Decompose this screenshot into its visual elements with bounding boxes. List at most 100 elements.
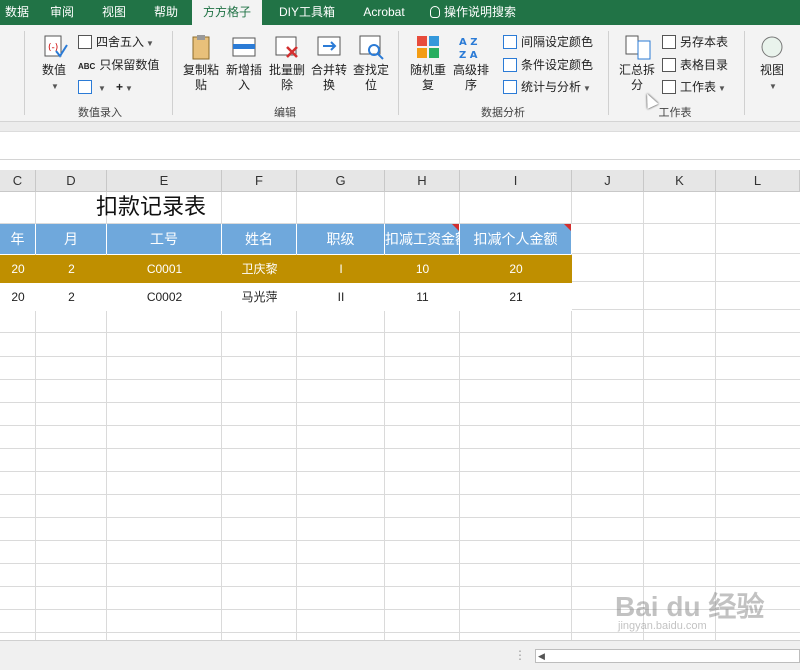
- view-icon: [758, 33, 786, 61]
- view-button[interactable]: 视图 ▼: [752, 33, 792, 94]
- table-cell[interactable]: C0001: [107, 255, 222, 283]
- round-button[interactable]: 四舍五入 ▼: [78, 32, 154, 52]
- column-header-h[interactable]: H: [385, 170, 460, 192]
- summary-split-button[interactable]: 汇总拆分: [617, 33, 657, 93]
- column-header-f[interactable]: F: [222, 170, 297, 192]
- horizontal-scrollbar[interactable]: ◀: [535, 649, 800, 663]
- random-repeat-label: 随机重复: [409, 63, 446, 92]
- round-icon: [78, 35, 92, 49]
- interval-color-button[interactable]: 间隔设定颜色: [503, 32, 593, 52]
- sheet-index-button[interactable]: 表格目录: [662, 55, 728, 75]
- table-cell[interactable]: C0002: [107, 283, 222, 311]
- sheet-index-label: 表格目录: [680, 58, 729, 72]
- column-header-l[interactable]: L: [716, 170, 800, 192]
- table-cell[interactable]: 20: [0, 283, 36, 311]
- merge-convert-label: 合并转换: [310, 63, 347, 92]
- table-cell[interactable]: 20: [0, 255, 36, 283]
- stats-analysis-label: 统计与分析: [521, 80, 582, 94]
- save-sheet-label: 另存本表: [680, 35, 729, 49]
- group-label-edit: 编辑: [274, 107, 296, 119]
- chevron-down-icon: ▼: [146, 39, 154, 48]
- tab-diy-toolbox[interactable]: DIY工具箱: [264, 0, 350, 25]
- merge-convert-button[interactable]: 合并转换: [308, 33, 350, 93]
- random-repeat-button[interactable]: 随机重复: [408, 33, 448, 93]
- table-cell[interactable]: 21: [460, 283, 572, 311]
- copy-paste-button[interactable]: 复制粘贴: [181, 33, 221, 93]
- condition-color-button[interactable]: 条件设定颜色: [503, 55, 593, 75]
- grid-hline: [0, 332, 800, 333]
- condition-color-label: 条件设定颜色: [521, 58, 594, 72]
- tab-data[interactable]: 数据: [0, 0, 34, 25]
- chevron-down-icon: ▼: [125, 84, 133, 93]
- table-cell[interactable]: 卫庆黎: [222, 255, 297, 283]
- header-cell-name[interactable]: 姓名: [222, 224, 297, 254]
- header-cell-month[interactable]: 月: [36, 224, 107, 254]
- grid-vline: [643, 192, 644, 640]
- header-personal-deduction-label: 扣减个人金额: [473, 231, 558, 247]
- view-label: 视图: [759, 63, 784, 77]
- header-cell-year[interactable]: 年: [0, 224, 36, 254]
- round-label: 四舍五入: [96, 35, 145, 49]
- header-cell-rank[interactable]: 职级: [297, 224, 385, 254]
- header-cell-employee-id[interactable]: 工号: [107, 224, 222, 254]
- batch-delete-button[interactable]: 批量删除: [266, 33, 308, 93]
- abc-icon: ABC: [78, 62, 96, 71]
- chevron-down-icon: ▼: [718, 84, 726, 93]
- plus-dropdown-button[interactable]: + ▼: [116, 77, 133, 97]
- grid-hline: [0, 563, 800, 564]
- chevron-down-icon: ▼: [769, 82, 777, 91]
- table-cell[interactable]: 20: [460, 255, 572, 283]
- save-sheet-button[interactable]: 另存本表: [662, 32, 728, 52]
- find-locate-button[interactable]: 查找定位: [351, 33, 391, 93]
- svg-text:A Z: A Z: [459, 37, 477, 48]
- grid-hline: [0, 402, 800, 403]
- table-cell[interactable]: 2: [36, 255, 107, 283]
- column-header-i[interactable]: I: [460, 170, 572, 192]
- worksheet-button[interactable]: 工作表 ▼: [662, 77, 726, 97]
- table-cell[interactable]: I: [297, 255, 385, 283]
- copy-paste-label: 复制粘贴: [182, 63, 219, 92]
- table-cell[interactable]: 马光萍: [222, 283, 297, 311]
- grid-hline: [0, 471, 800, 472]
- tab-help[interactable]: 帮助: [140, 0, 192, 25]
- tab-acrobat[interactable]: Acrobat: [352, 0, 416, 25]
- table-cell[interactable]: 10: [385, 255, 460, 283]
- splitter-handle-icon[interactable]: ⋮: [514, 648, 526, 662]
- column-header-g[interactable]: G: [297, 170, 385, 192]
- table-cell[interactable]: 2: [36, 283, 107, 311]
- header-cell-salary-deduction[interactable]: 扣减工资金额: [385, 224, 460, 254]
- worksheet-label: 工作表: [680, 80, 717, 94]
- keep-value-button[interactable]: ABC 只保留数值: [78, 55, 159, 75]
- ribbon-separator: [24, 31, 25, 115]
- tab-fangfanggezi[interactable]: 方方格子: [192, 0, 262, 25]
- table-cell[interactable]: II: [297, 283, 385, 311]
- column-header-e[interactable]: E: [107, 170, 222, 192]
- column-header-c[interactable]: C: [0, 170, 36, 192]
- grid-hline: [0, 494, 800, 495]
- column-header-k[interactable]: K: [644, 170, 716, 192]
- worksheet-icon: [662, 80, 676, 94]
- tab-review[interactable]: 审阅: [36, 0, 88, 25]
- summary-split-label: 汇总拆分: [618, 63, 655, 92]
- stats-analysis-button[interactable]: 统计与分析 ▼: [503, 77, 591, 97]
- value-button[interactable]: (-) 数值 ▼: [36, 33, 72, 94]
- condition-color-icon: [503, 58, 517, 72]
- advanced-sort-button[interactable]: A Z Z A 高级排序: [450, 33, 492, 93]
- edit-dropdown-button[interactable]: ▼: [78, 77, 106, 97]
- sheet-title[interactable]: 扣款记录表: [36, 192, 266, 224]
- ribbon-separator: [398, 31, 399, 115]
- group-label-input: 数值录入: [78, 107, 122, 119]
- table-cell[interactable]: 11: [385, 283, 460, 311]
- ribbon-tab-bar: 数据 审阅 视图 帮助 方方格子 DIY工具箱 Acrobat 操作说明搜索: [0, 0, 800, 25]
- new-insert-button[interactable]: 新增插入: [223, 33, 265, 93]
- scroll-left-icon[interactable]: ◀: [538, 651, 545, 662]
- column-header-d[interactable]: D: [36, 170, 107, 192]
- grid-hline: [0, 540, 800, 541]
- grid-hline: [0, 632, 800, 633]
- tell-me-search[interactable]: 操作说明搜索: [430, 0, 550, 25]
- column-header-j[interactable]: J: [572, 170, 644, 192]
- header-cell-personal-deduction[interactable]: 扣减个人金额: [460, 224, 572, 254]
- ribbon-separator: [172, 31, 173, 115]
- tab-view[interactable]: 视图: [88, 0, 140, 25]
- plus-icon: +: [116, 80, 124, 94]
